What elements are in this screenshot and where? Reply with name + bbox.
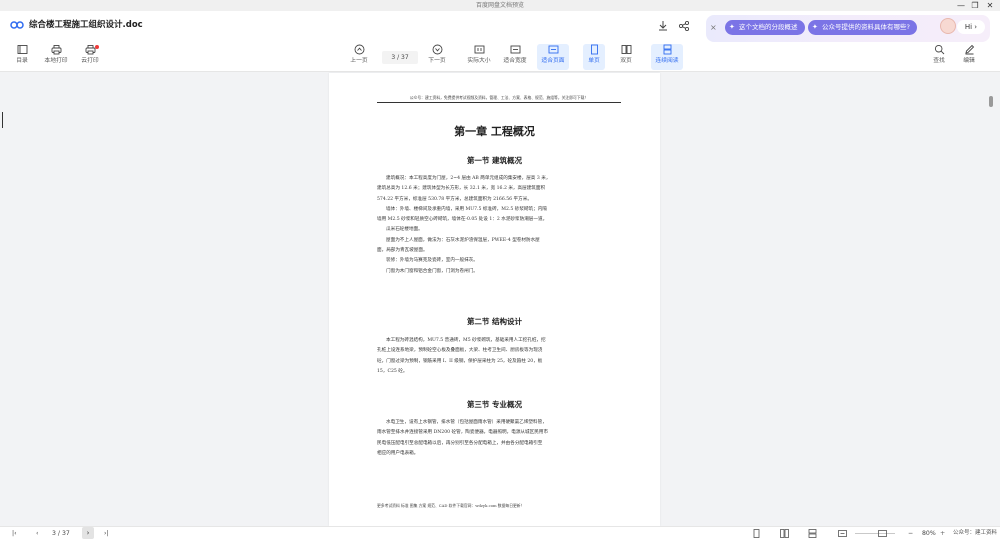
section-body: 建筑概况：本工程高度为门屋，2~4 层由 AB 两单元组成的集安楼，层高 3 米… <box>377 174 622 277</box>
baidu-cloud-logo-icon <box>10 21 24 29</box>
zoom-in-button[interactable]: + <box>940 529 945 538</box>
fit-page-icon <box>548 45 558 54</box>
share-icon[interactable] <box>678 20 690 32</box>
continuous-mode-icon[interactable] <box>808 529 817 538</box>
fit-width-small-icon[interactable] <box>838 529 847 538</box>
status-page-indicator[interactable]: 3 / 37 <box>52 529 70 538</box>
section-body: 水电卫生，设有上水钢管，排水管（包括屋面雨水管）采用硬聚氯乙烯塑料管， 雨水管至… <box>377 418 622 459</box>
sparkle-icon: ✦ <box>812 23 818 31</box>
paragraph-line: 墙用 M2.5 砂浆和轻质空心砖砌筑，墙体在-0.05 处设 1：2 水泥砂浆防… <box>377 217 548 223</box>
single-page-icon <box>590 44 598 55</box>
paragraph-line: 本工程为砖混结构，MU7.5 普通砖，M5 砂浆砌筑，基础采用人工挖孔桩，挖 <box>386 338 546 343</box>
single-page-mode-icon[interactable] <box>752 529 761 538</box>
cloud-printer-icon <box>85 45 95 55</box>
pencil-icon <box>964 44 974 55</box>
next-page-button[interactable]: 下一页 <box>425 44 449 70</box>
os-title-bar: 百度网盘文档预览 — ❐ ✕ <box>0 0 1000 11</box>
page-footer-note: 更多考试资料 标准 图集 方案 规范、CAD 软件下载官网：wdzyk.com … <box>377 503 525 508</box>
vertical-scrollbar[interactable] <box>988 73 996 526</box>
continuous-reading-button[interactable]: 连续阅读 <box>651 44 683 70</box>
paragraph-line: 门窗为木门窗和铝合金门窗，门洞为卷闸门。 <box>386 268 478 274</box>
assistant-hi-button[interactable]: Hi › <box>957 20 985 34</box>
printer-icon <box>51 45 61 55</box>
zoom-out-button[interactable]: − <box>908 529 913 538</box>
chapter-title: 第一章 工程概况 <box>454 125 535 138</box>
download-icon[interactable] <box>657 20 669 32</box>
ai-suggestion-summary[interactable]: ✦ 这个文档的分段概述 <box>725 20 805 35</box>
paragraph-line: 相应的用户电表箱。 <box>377 450 419 456</box>
fit-width-icon <box>510 45 520 54</box>
window-title: 百度网盘文档预览 <box>475 2 524 9</box>
page-number-input[interactable]: 3 / 37 <box>382 51 418 64</box>
paragraph-line: 水电卫生，设有上水钢管，排水管（包括屋面雨水管）采用硬聚氯乙烯塑料管， <box>386 420 547 425</box>
edit-button[interactable]: 编辑 <box>959 44 979 70</box>
ai-suggestion-materials[interactable]: ✦ 公众号提供的资料具体有哪些? <box>808 20 917 35</box>
paragraph-line: 砼，门窗过梁为预制，钢筋采用 I、II 级钢，保护层采柱为 25，砼及箍柱 20… <box>377 358 543 364</box>
paragraph-line: 瓜米石砼楼地面。 <box>386 227 423 233</box>
paragraph-line: 墙体：外墙、楼梯间及承重内墙，采用 MU7.5 标准砖，M2.5 砂浆砌筑；内隔 <box>386 206 547 212</box>
local-print-button[interactable]: 本地打印 <box>40 44 72 70</box>
cloud-print-button[interactable]: 云打印 <box>76 44 104 70</box>
search-icon <box>934 44 944 55</box>
toc-icon <box>17 45 27 54</box>
continuous-reading-icon <box>663 44 671 55</box>
actual-size-button[interactable]: 实际大小 <box>464 44 494 70</box>
paragraph-line: 建筑总高为 12.6 米；建筑体型为长方形，长 32.1 米，宽 16.2 米，… <box>377 186 546 192</box>
paragraph-line: 574.22 平方米，标准层 530.78 平方米，总建筑面积为 2166.56… <box>377 196 532 202</box>
arrow-up-circle-icon <box>354 44 364 55</box>
sparkle-icon: ✦ <box>729 23 735 31</box>
actual-size-icon <box>474 45 484 54</box>
section-title: 第二节 结构设计 <box>466 317 523 326</box>
double-page-icon <box>621 45 631 54</box>
zoom-level: 80% <box>922 530 936 537</box>
paragraph-line: 15，C25 砼。 <box>377 368 408 374</box>
toc-button[interactable]: 目录 <box>10 44 34 70</box>
watermark-text: 公众号：建工资料 <box>953 530 998 536</box>
assistant-avatar[interactable] <box>940 18 956 34</box>
page-header-line: 公众号：建工资料，免费提供考试视频及资料，管理、工法、方案、表格、规范、施组等，… <box>377 95 621 103</box>
prev-page-small-button[interactable]: ‹ <box>36 529 38 538</box>
double-page-mode-icon[interactable] <box>780 529 789 538</box>
fit-page-button[interactable]: 适合页面 <box>537 44 569 70</box>
single-page-button[interactable]: 单页 <box>583 44 605 70</box>
fit-width-button[interactable]: 适合宽度 <box>500 44 530 70</box>
paragraph-line: 建筑概况：本工程高度为门屋，2~4 层由 AB 两单元组成的集安楼，层高 3 米… <box>386 176 551 181</box>
status-bar <box>0 526 1000 541</box>
zoom-slider[interactable] <box>855 533 895 534</box>
next-page-small-button[interactable]: › <box>82 527 94 539</box>
paragraph-line: 面，局部为青瓦坡屋面。 <box>377 248 428 254</box>
paragraph-line: 雨水管至排水井连接管采用 DN200 砼管，陶瓷便器，电器照明，电源从城区民用市 <box>377 430 548 436</box>
section-title: 第一节 建筑概况 <box>466 156 523 165</box>
section-body: 本工程为砖混结构，MU7.5 普通砖，M5 砂浆砌筑，基础采用人工挖孔桩，挖 孔… <box>377 336 622 377</box>
fit-page-small-icon[interactable] <box>878 529 887 538</box>
paragraph-line: 屋面为不上人屋面，做法为：石灰水泥炉渣保温层，PWEE-4 型卷材防水屋 <box>386 237 540 243</box>
last-page-button[interactable]: ›| <box>104 529 109 538</box>
notification-dot <box>95 45 99 49</box>
paragraph-line: 民电低压配电引至总配电箱以后，再分别引至各分配电箱上，并由各分配电箱引至 <box>377 440 543 446</box>
scrollbar-thumb[interactable] <box>989 96 993 107</box>
paragraph-line: 装修：外墙为马赛克及瓷砖，室内一般抹灰。 <box>386 258 478 264</box>
document-name: 综合楼工程施工组织设计.doc <box>29 20 143 30</box>
prev-page-button[interactable]: 上一页 <box>347 44 371 70</box>
close-window-button[interactable]: ✕ <box>981 0 999 11</box>
section-title: 第三节 专业概况 <box>466 400 523 409</box>
double-page-button[interactable]: 双页 <box>615 44 637 70</box>
document-page: 公众号：建工资料，免费提供考试视频及资料，管理、工法、方案、表格、规范、施组等，… <box>329 73 660 526</box>
first-page-button[interactable]: |‹ <box>12 529 17 538</box>
ai-bar-close-icon[interactable]: × <box>710 22 717 34</box>
paragraph-line: 孔桩上设连系地梁，预制砼空心板及叠面板，大梁、柱考卫生间、厨房板等为现浇 <box>377 348 543 354</box>
arrow-down-circle-icon <box>432 44 442 55</box>
find-button[interactable]: 查找 <box>929 44 949 70</box>
sidebar-collapse-handle[interactable] <box>2 112 3 128</box>
